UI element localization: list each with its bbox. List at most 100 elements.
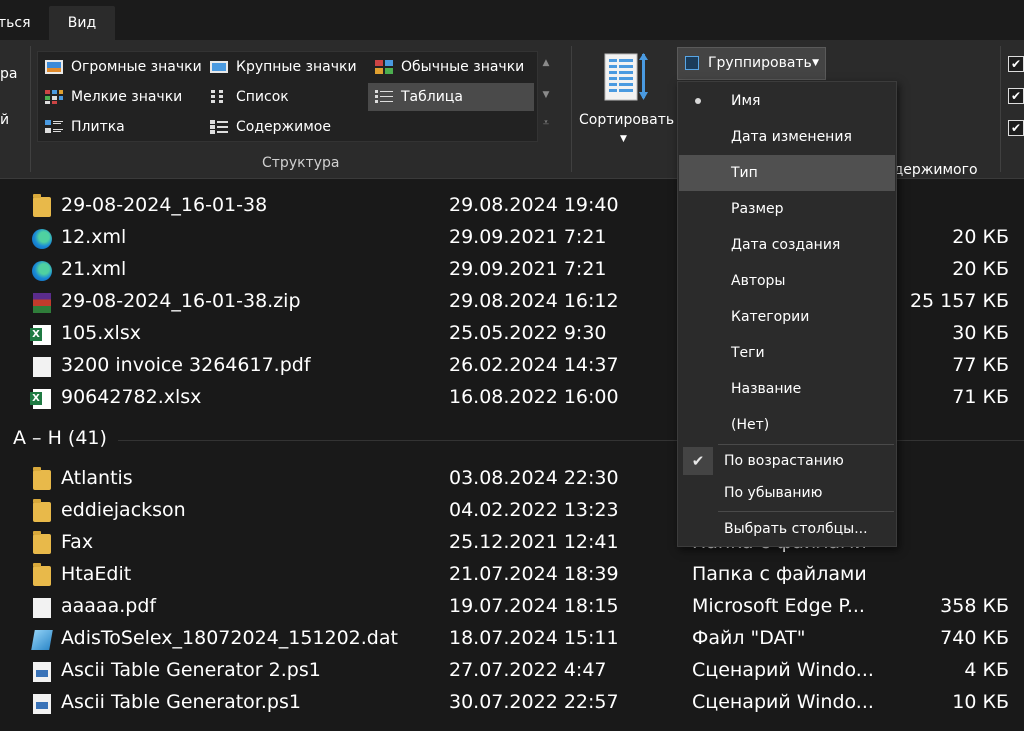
menu-item-label: Выбрать столбцы... [724,521,868,537]
file-date-modified: 18.07.2024 15:11 [449,627,619,649]
sort-label: Сортировать [579,112,675,128]
file-date-modified: 16.08.2022 16:00 [449,386,619,408]
group-by-icon [685,56,699,70]
tab-view[interactable]: Вид [49,6,115,40]
ribbon-checkbox-3[interactable]: ✔ [1008,120,1024,136]
layout-huge-icons[interactable]: Огромные значки [38,53,203,81]
gallery-scroll-up-icon[interactable]: ▲ [541,58,551,68]
small-icons-icon [45,90,63,104]
file-date-modified: 27.07.2022 4:47 [449,659,607,681]
excel-icon [30,325,51,345]
file-type: Сценарий Windo... [692,691,874,713]
file-date-modified: 19.07.2024 18:15 [449,595,619,617]
gallery-expand-icon[interactable]: ⩡ [541,116,551,130]
layout-content[interactable]: Содержимое [203,113,368,141]
menu-item-name[interactable]: Имя [679,83,895,119]
tiles-view-icon [45,120,63,133]
file-name: Ascii Table Generator.ps1 [61,691,301,713]
group-by-menu: Имя Дата изменения Тип Размер Дата созда… [677,81,897,547]
chevron-down-icon: ▼ [812,58,819,68]
group-by-button[interactable]: Группировать ▼ [677,47,826,80]
menu-item-authors[interactable]: Авторы [679,263,895,299]
file-date-modified: 29.09.2021 7:21 [449,226,607,248]
menu-item-type[interactable]: Тип [679,155,895,191]
file-name: 105.xlsx [61,322,141,344]
file-name: 29-08-2024_16-01-38.zip [61,290,301,312]
menu-item-tags[interactable]: Теги [679,335,895,371]
file-row[interactable]: Ascii Table Generator 2.ps1 27.07.2022 4:… [0,656,1024,688]
layout-content-label: Содержимое [236,119,331,135]
file-row[interactable]: aaaaa.pdf 19.07.2024 18:15 Microsoft Edge … [0,592,1024,624]
menu-item-none[interactable]: (Нет) [679,407,895,443]
menu-separator [718,511,894,512]
file-name: 12.xml [61,226,127,248]
menu-item-ascending[interactable]: ✔ По возрастанию [679,445,895,477]
group-by-label: Группировать [708,55,812,71]
file-date-modified: 04.02.2022 13:23 [449,499,619,521]
file-name: aaaaa.pdf [61,595,157,617]
menu-item-label: Теги [731,345,765,361]
size-columns-to-content-label[interactable]: одержимого [885,162,978,178]
layout-group-label: Структура [262,155,340,171]
layout-huge-icons-label: Огромные значки [71,59,202,75]
ribbon-left-item-1[interactable]: ра [0,66,17,82]
layout-large-icons-label: Крупные значки [236,59,357,75]
file-name: 29-08-2024_16-01-38 [61,194,268,216]
menu-item-date-modified[interactable]: Дата изменения [679,119,895,155]
file-name: eddiejackson [61,499,186,521]
ribbon-left-item-2[interactable]: й [0,112,9,128]
layout-details[interactable]: Таблица [368,83,534,111]
menu-item-label: Название [731,381,802,397]
file-name: 90642782.xlsx [61,386,202,408]
file-date-modified: 25.05.2022 9:30 [449,322,607,344]
large-icons-icon [210,61,228,73]
ribbon-checkbox-2[interactable]: ✔ [1008,88,1024,104]
folder-icon [33,563,51,586]
file-size: 20 КБ [952,258,1009,280]
file-name: 3200 invoice 3264617.pdf [61,354,311,376]
sort-icon [604,53,648,101]
file-date-modified: 29.08.2024 19:40 [449,194,619,216]
document-icon [33,357,51,377]
group-header[interactable]: А – Н (41) [13,427,107,449]
tab-share[interactable]: ться [0,6,45,40]
menu-item-label: По возрастанию [724,453,844,469]
menu-item-choose-columns[interactable]: Выбрать столбцы... [679,513,895,545]
menu-item-label: Тип [731,165,758,181]
menu-item-size[interactable]: Размер [679,191,895,227]
layout-details-label: Таблица [401,89,463,105]
menu-item-label: (Нет) [731,417,770,433]
dat-file-icon [31,630,53,650]
menu-item-categories[interactable]: Категории [679,299,895,335]
medium-icons-icon [375,60,393,74]
layout-small-icons-label: Мелкие значки [71,89,183,105]
file-size: 20 КБ [952,226,1009,248]
file-type: Сценарий Windo... [692,659,874,681]
layout-small-icons[interactable]: Мелкие значки [38,83,203,111]
file-size: 25 157 КБ [909,290,1009,312]
file-name: Ascii Table Generator 2.ps1 [61,659,321,681]
selected-dot-icon [695,98,701,104]
ribbon-checkbox-1[interactable]: ✔ [1008,56,1024,72]
layout-medium-icons[interactable]: Обычные значки [368,53,533,81]
menu-item-label: Дата изменения [731,129,852,145]
menu-item-label: Дата создания [731,237,841,253]
layout-large-icons[interactable]: Крупные значки [203,53,368,81]
layout-tiles[interactable]: Плитка [38,113,203,141]
huge-icons-icon [45,60,63,74]
menu-item-title[interactable]: Название [679,371,895,407]
layout-medium-icons-label: Обычные значки [401,59,525,75]
folder-icon [33,467,51,490]
menu-item-descending[interactable]: По убыванию [679,477,895,509]
menu-item-label: Имя [731,93,761,109]
file-date-modified: 29.08.2024 16:12 [449,290,619,312]
checkmark-icon: ✔ [683,447,713,475]
menu-item-date-created[interactable]: Дата создания [679,227,895,263]
file-row[interactable]: Ascii Table Generator.ps1 30.07.2022 22:5… [0,688,1024,720]
layout-list[interactable]: Список [203,83,368,111]
file-row[interactable]: HtaEdit 21.07.2024 18:39 Папка с файлами [0,560,1024,592]
file-size: 71 КБ [952,386,1009,408]
file-row[interactable]: AdisToSelex_18072024_151202.dat 18.07.202… [0,624,1024,656]
gallery-scroll-down-icon[interactable]: ▼ [541,90,551,100]
sort-button[interactable]: Сортировать ▼ [572,46,676,172]
